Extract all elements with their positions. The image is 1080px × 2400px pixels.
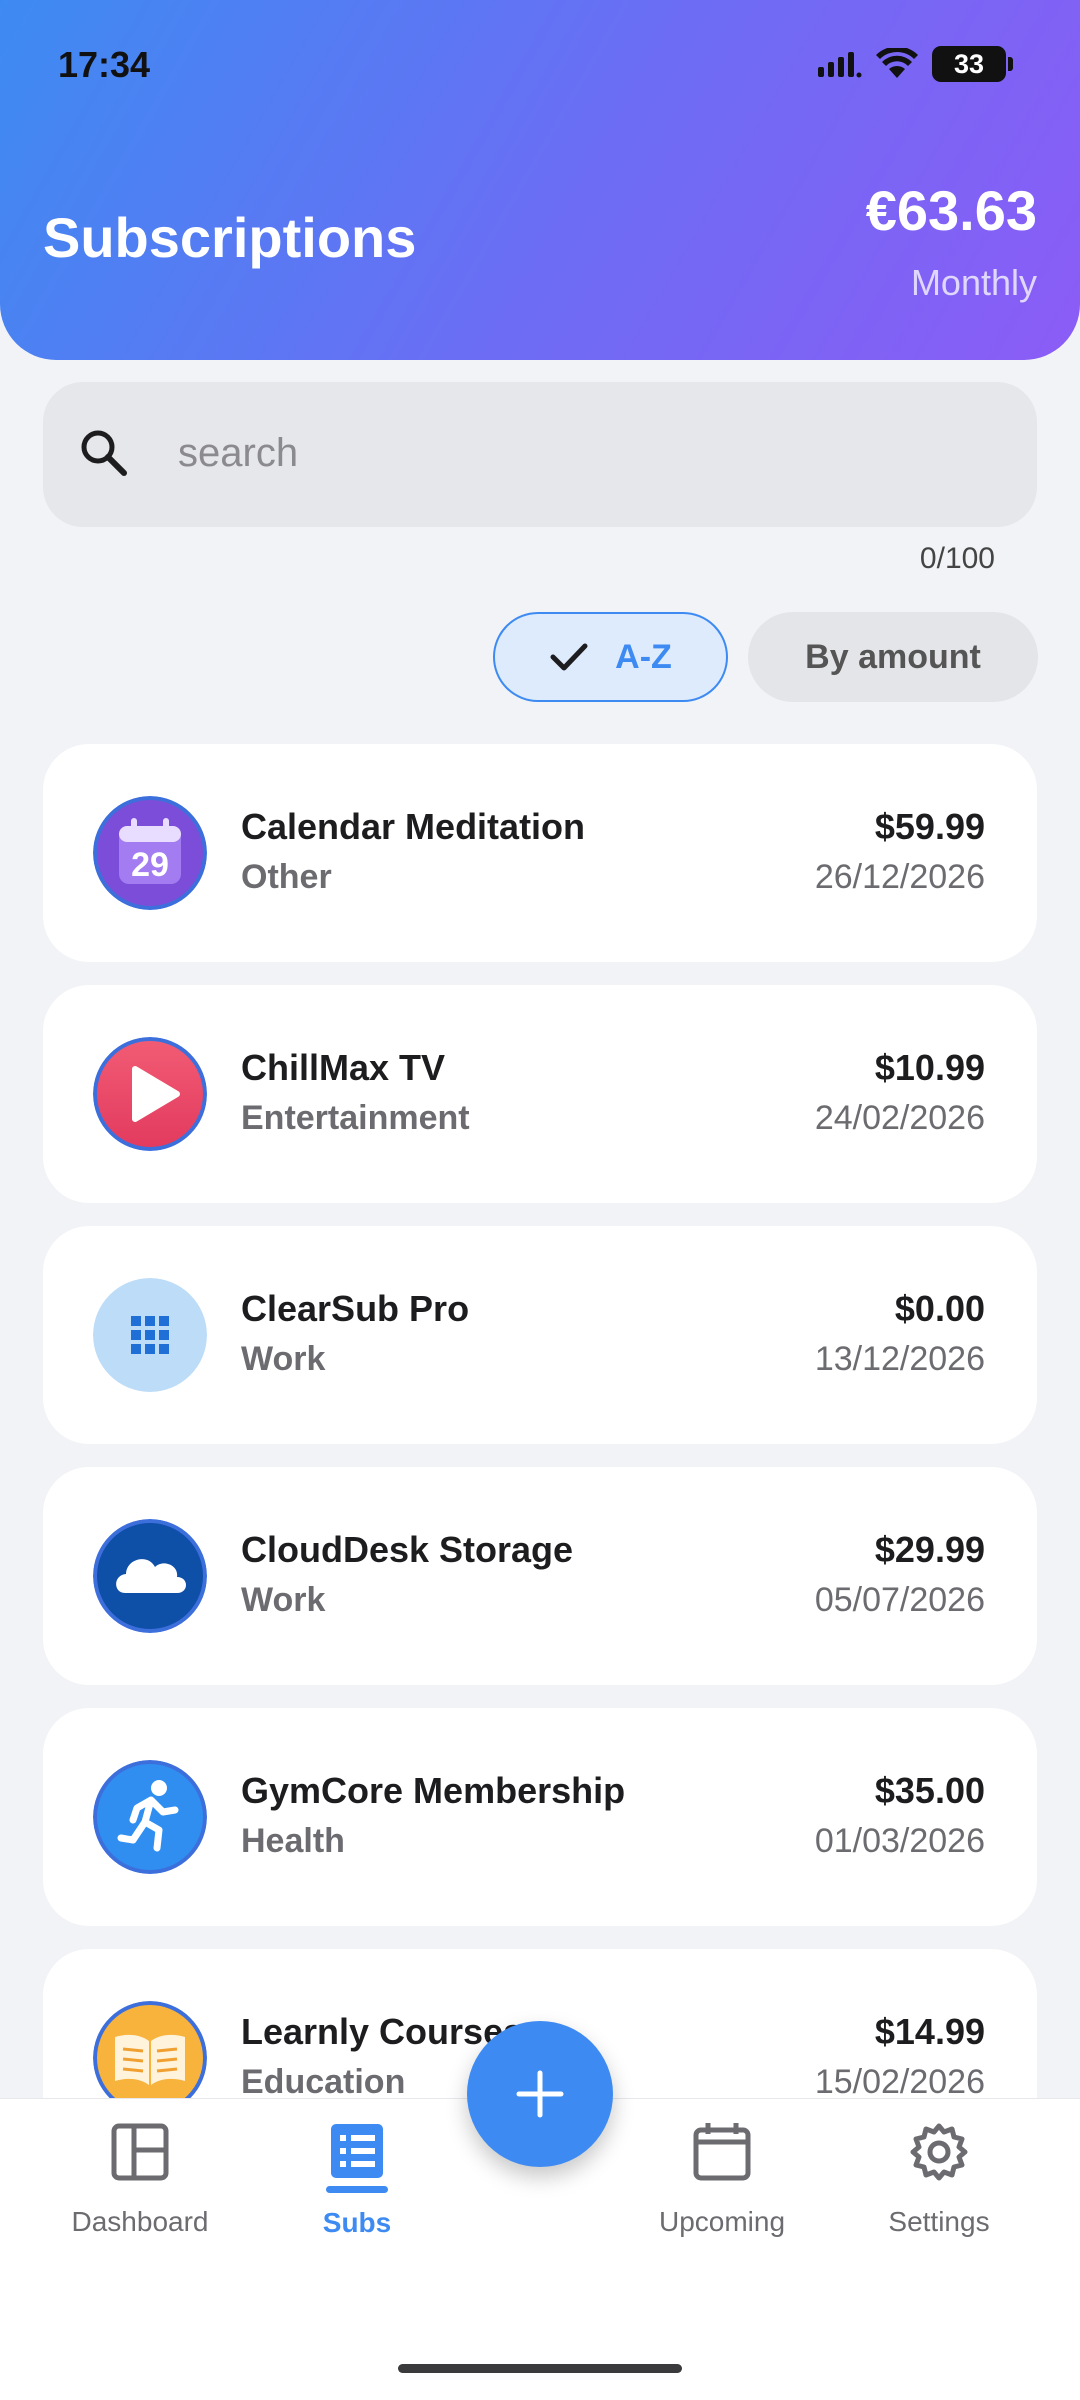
- nav-label-dashboard: Dashboard: [71, 2206, 209, 2237]
- nav-item-subs[interactable]: Subs: [267, 2120, 447, 2239]
- dashboard-icon: [111, 2123, 169, 2181]
- book-icon: [93, 2001, 207, 2098]
- subscription-date: 24/02/2026: [814, 1099, 985, 1137]
- subscription-card[interactable]: CloudDesk Storage Work $29.99 05/07/2026: [43, 1467, 1037, 1685]
- subscription-category: Other: [241, 858, 332, 896]
- subscription-date: 05/07/2026: [814, 1581, 985, 1619]
- subscription-price: $10.99: [874, 1047, 985, 1088]
- cloud-icon: [93, 1519, 207, 1633]
- list-icon: [331, 2124, 383, 2178]
- subscription-date: 13/12/2026: [814, 1340, 985, 1378]
- subscription-price: $35.00: [874, 1770, 985, 1811]
- subscription-card[interactable]: GymCore Membership Health $35.00 01/03/2…: [43, 1708, 1037, 1926]
- gear-icon: [910, 2123, 968, 2181]
- calendar-outline-icon: [693, 2123, 751, 2181]
- subscription-price: $29.99: [874, 1529, 985, 1570]
- subscription-date: 15/02/2026: [814, 2063, 985, 2098]
- add-subscription-button[interactable]: [467, 2021, 613, 2167]
- subscription-category: Entertainment: [241, 1099, 470, 1137]
- plus-icon: [516, 2070, 564, 2118]
- running-icon: [93, 1760, 207, 1874]
- nav-label-settings: Settings: [888, 2206, 990, 2237]
- subscription-category: Work: [241, 1581, 326, 1619]
- subscription-date: 26/12/2026: [814, 858, 985, 896]
- calendar-icon: 29: [93, 796, 207, 910]
- subscription-list: 29 Calendar Meditation Other $59.99 26/1…: [0, 0, 1080, 2098]
- active-indicator: [326, 2186, 388, 2193]
- subscription-category: Work: [241, 1340, 326, 1378]
- subscription-card[interactable]: ClearSub Pro Work $0.00 13/12/2026: [43, 1226, 1037, 1444]
- subscription-name: Learnly Courses: [241, 2011, 524, 2052]
- nav-item-settings[interactable]: Settings: [849, 2120, 1029, 2238]
- subscription-name: ClearSub Pro: [241, 1288, 470, 1329]
- home-indicator[interactable]: [398, 2364, 682, 2373]
- subscription-category: Health: [241, 1822, 345, 1860]
- grid-icon: [93, 1278, 207, 1392]
- calendar-day: 29: [131, 846, 169, 884]
- subscription-price: $59.99: [874, 806, 985, 847]
- subscription-price: $0.00: [894, 1288, 985, 1329]
- subscription-name: ChillMax TV: [241, 1047, 446, 1088]
- subscription-price: $14.99: [874, 2011, 985, 2052]
- subscription-category: Education: [241, 2063, 406, 2098]
- nav-label-subs: Subs: [322, 2207, 392, 2238]
- nav-label-upcoming: Upcoming: [658, 2206, 786, 2237]
- nav-item-dashboard[interactable]: Dashboard: [50, 2120, 230, 2238]
- subscription-date: 01/03/2026: [814, 1822, 985, 1860]
- subscription-card[interactable]: ChillMax TV Entertainment $10.99 24/02/2…: [43, 985, 1037, 1203]
- subscription-name: GymCore Membership: [241, 1770, 626, 1811]
- play-icon: [93, 1037, 207, 1151]
- nav-item-upcoming[interactable]: Upcoming: [632, 2120, 812, 2238]
- subscription-name: CloudDesk Storage: [241, 1529, 574, 1570]
- subscription-card[interactable]: 29 Calendar Meditation Other $59.99 26/1…: [43, 744, 1037, 962]
- subscription-name: Calendar Meditation: [241, 806, 586, 847]
